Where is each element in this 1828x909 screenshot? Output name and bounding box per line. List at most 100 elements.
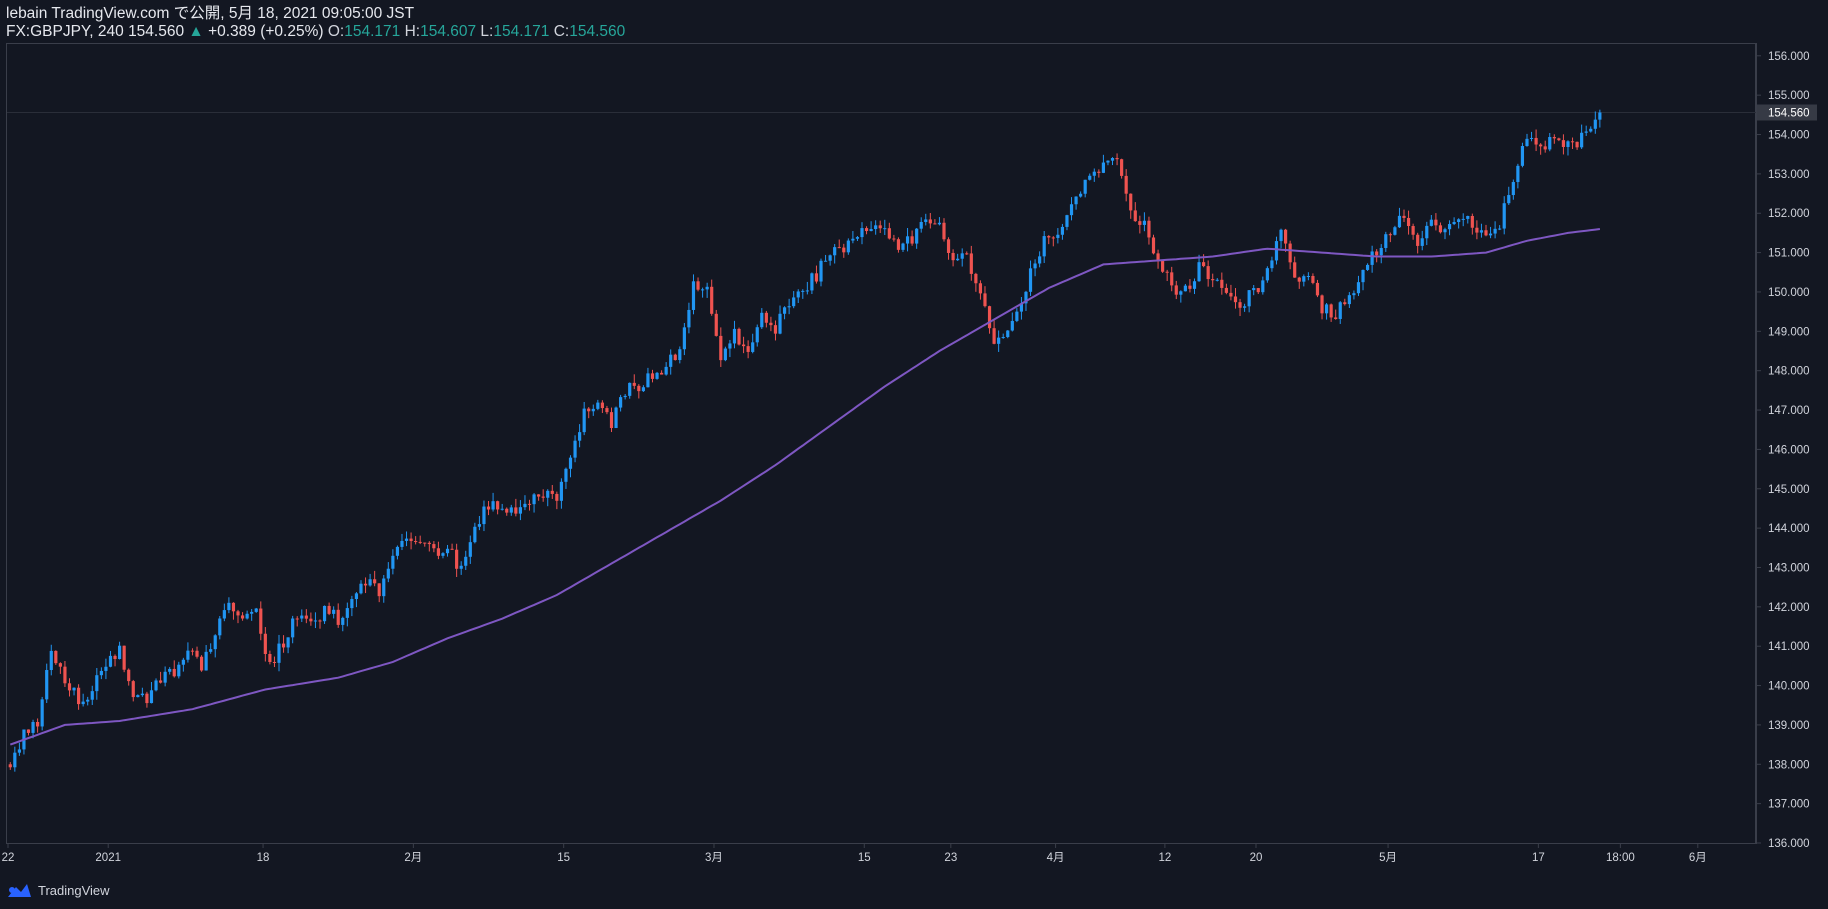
price-tick-label: 144.000: [1768, 523, 1810, 535]
candle-body: [578, 432, 582, 441]
candle-body: [1475, 227, 1479, 233]
candle-body: [960, 253, 964, 259]
candle-body: [218, 618, 222, 636]
candle-body: [436, 548, 441, 556]
candle-body: [240, 615, 245, 619]
candle-body: [1420, 238, 1424, 246]
candle-body: [1133, 210, 1137, 222]
candle-body: [117, 645, 122, 660]
candle-body: [1302, 276, 1306, 282]
candle-body: [363, 583, 368, 586]
candle-body: [295, 618, 299, 620]
candle-body: [1188, 285, 1192, 289]
candle-body: [514, 507, 518, 514]
candle-body: [969, 253, 973, 274]
candle-body: [1334, 317, 1338, 319]
candle-body: [1088, 175, 1092, 180]
candle-body: [1429, 219, 1433, 226]
candle-body: [828, 255, 832, 261]
candle-body: [1124, 175, 1128, 194]
candle-body: [1033, 263, 1037, 269]
candle-body: [423, 542, 427, 544]
candle-body: [732, 328, 737, 344]
candle-body: [432, 544, 436, 549]
candle-body: [1042, 236, 1046, 257]
candle-body: [186, 650, 190, 660]
price-tick-label: 153.000: [1768, 169, 1810, 181]
candle-body: [837, 247, 841, 249]
candle-body: [341, 617, 345, 625]
candle-body: [860, 228, 864, 238]
moving-average-line: [9, 228, 1601, 746]
candle-body: [1015, 311, 1019, 321]
candle-body: [459, 565, 463, 569]
price-tick-label: 151.000: [1768, 248, 1810, 260]
candle-body: [209, 649, 213, 652]
candle-body: [942, 222, 946, 240]
price-axis[interactable]: 136.000 137.000 138.000 139.000 140.000 141.0…: [1756, 51, 1810, 850]
candle-body: [1051, 237, 1055, 239]
candle-body: [313, 620, 318, 622]
time-tick-label: 17: [1532, 852, 1545, 864]
candle-body: [145, 693, 149, 704]
candle-body: [213, 635, 217, 650]
candle-body: [782, 307, 787, 314]
candle-body: [746, 346, 750, 352]
candle-body: [532, 494, 536, 505]
candle-body: [660, 372, 664, 375]
time-tick-label: 20: [1250, 852, 1263, 864]
chart-pane-border: [6, 43, 1756, 844]
candle-body: [154, 680, 158, 691]
candle-body: [1438, 225, 1443, 233]
candle-body: [892, 238, 896, 240]
candle-body: [286, 637, 290, 648]
candle-body: [99, 670, 103, 676]
price-tick-label: 145.000: [1768, 484, 1810, 496]
candle-body: [1211, 279, 1215, 281]
candle-body: [386, 568, 390, 579]
candle-body: [760, 312, 764, 328]
candle-body: [1161, 260, 1165, 272]
candle-body: [1297, 277, 1301, 282]
time-tick-label: 12: [1158, 852, 1171, 864]
time-tick-label: 4月: [1047, 852, 1065, 864]
candle-body: [300, 615, 304, 619]
candle-body: [1293, 262, 1297, 278]
candle-body: [1192, 281, 1197, 289]
price-tick-label: 148.000: [1768, 366, 1810, 378]
candle-body: [1115, 158, 1119, 160]
price-chart[interactable]: 136.000 137.000 138.000 139.000 140.000 141.0…: [0, 0, 1828, 909]
candle-body: [1306, 275, 1310, 277]
candle-body: [1170, 272, 1174, 286]
candle-body: [464, 556, 468, 566]
candle-body: [204, 651, 208, 671]
candle-body: [678, 349, 682, 361]
candle-body: [45, 670, 49, 700]
candle-body: [1343, 302, 1347, 305]
candle-body: [864, 228, 869, 232]
candle-body: [400, 540, 404, 547]
candle-body: [140, 693, 144, 696]
candle-body: [1370, 251, 1374, 265]
candle-body: [673, 354, 677, 361]
candle-body: [1516, 165, 1520, 183]
candle-body: [728, 343, 732, 349]
candle-body: [58, 663, 62, 667]
candle-body: [1129, 193, 1133, 211]
candle-body: [63, 666, 67, 684]
candle-body: [1543, 146, 1547, 150]
candle-body: [281, 643, 286, 648]
candle-body: [1406, 217, 1411, 227]
footer-brand[interactable]: TradingView: [6, 881, 110, 899]
candle-body: [1461, 218, 1465, 220]
candle-body: [1183, 285, 1187, 292]
candle-body: [573, 440, 577, 458]
candle-body: [1411, 226, 1415, 235]
candle-body: [468, 542, 472, 557]
time-axis[interactable]: 22 2021 18 2月 15 3月 15 23 4月 12 20 5月 17 18:00 6月: [2, 843, 1707, 864]
candle-body: [40, 699, 44, 727]
candle-body: [1575, 141, 1579, 148]
candle-body: [1525, 138, 1529, 147]
candle-body: [1488, 233, 1493, 236]
candle-body: [997, 337, 1001, 344]
